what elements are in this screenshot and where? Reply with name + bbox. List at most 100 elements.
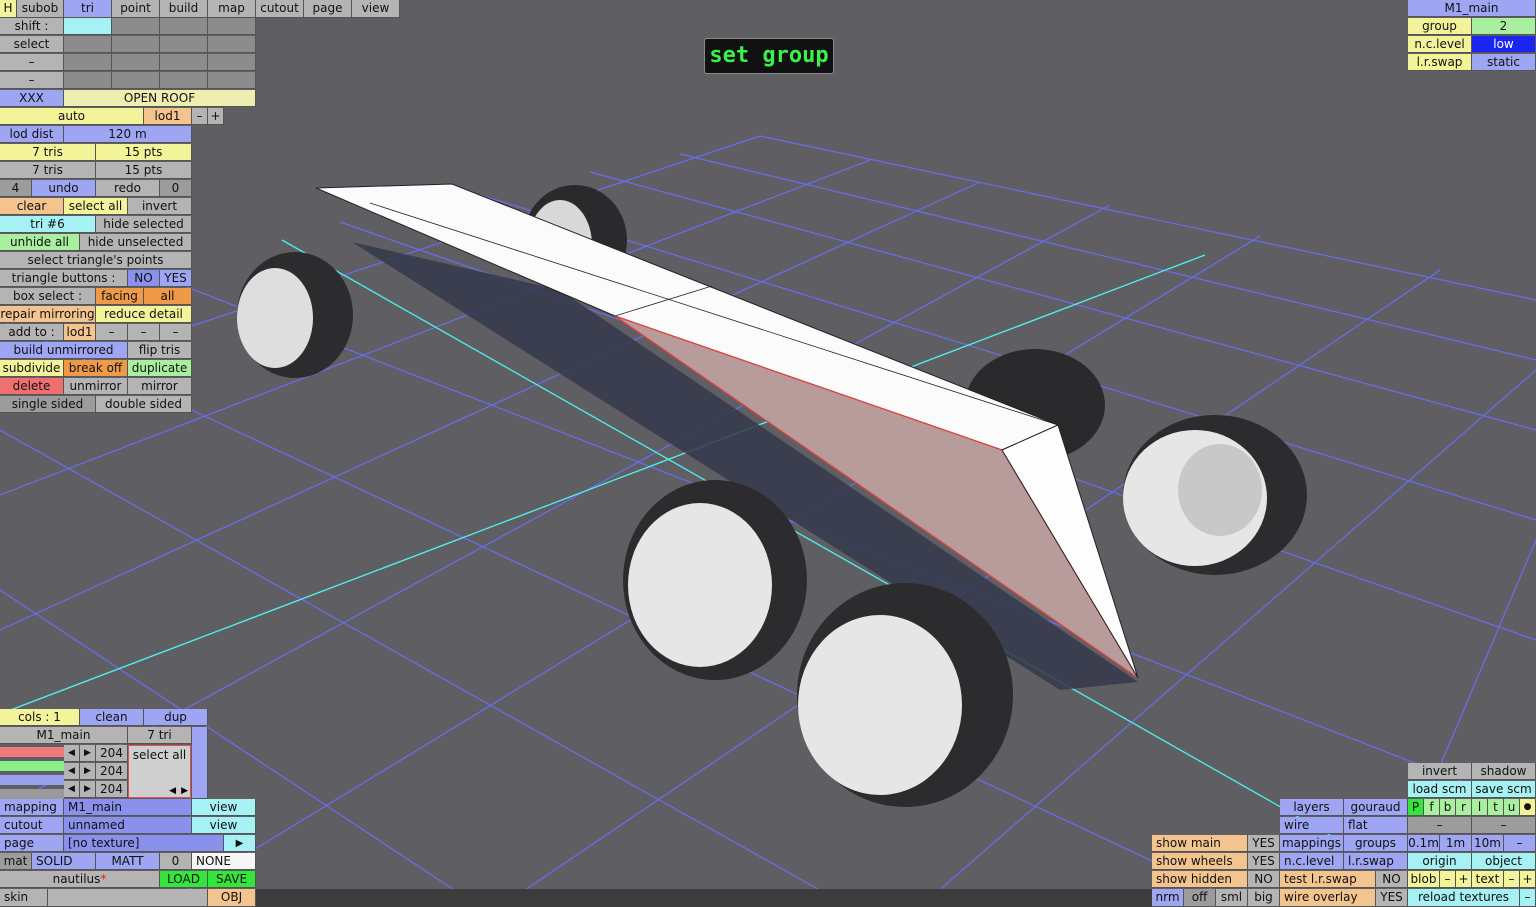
auto-button[interactable]: auto bbox=[0, 108, 144, 125]
add-to-slot-2[interactable]: – bbox=[96, 324, 128, 341]
layers-button[interactable]: layers bbox=[1280, 799, 1344, 816]
red-left-arrow-icon[interactable]: ◀ bbox=[64, 745, 80, 762]
lod-dist-value[interactable]: 120 m bbox=[64, 126, 192, 143]
slot-r3-3[interactable] bbox=[160, 54, 208, 71]
lod-dist-label[interactable]: lod dist bbox=[0, 126, 64, 143]
add-to-slot-3[interactable]: – bbox=[128, 324, 160, 341]
lod1-button[interactable]: lod1 bbox=[144, 108, 192, 125]
test-lr-swap-button[interactable]: test l.r.swap bbox=[1280, 871, 1376, 888]
lod-plus-button[interactable]: + bbox=[208, 108, 224, 125]
gouraud-button[interactable]: gouraud bbox=[1344, 799, 1408, 816]
show-main-label[interactable]: show main bbox=[1152, 835, 1248, 852]
dash-button-1[interactable]: – bbox=[1408, 817, 1472, 834]
select-slot-3[interactable] bbox=[160, 36, 208, 53]
alpha-slider[interactable] bbox=[0, 789, 64, 799]
invert-button[interactable]: invert bbox=[128, 198, 192, 215]
mat-none[interactable]: NONE bbox=[192, 853, 256, 870]
load-scm-button[interactable]: load scm bbox=[1408, 781, 1472, 798]
menu-page[interactable]: page bbox=[304, 0, 352, 18]
text-minus-button[interactable]: – bbox=[1504, 871, 1520, 888]
select-slot-2[interactable] bbox=[112, 36, 160, 53]
undo-button[interactable]: undo bbox=[32, 180, 96, 197]
load-button[interactable]: LOAD bbox=[160, 871, 208, 888]
material-name[interactable]: M1_main bbox=[0, 727, 128, 744]
test-lr-swap-value[interactable]: NO bbox=[1376, 871, 1408, 888]
menu-map[interactable]: map bbox=[208, 0, 256, 18]
dup-button[interactable]: dup bbox=[144, 709, 208, 726]
build-unmirrored-button[interactable]: build unmirrored bbox=[0, 342, 128, 359]
swatch-left-arrow-icon[interactable]: ◀ bbox=[169, 786, 176, 796]
slot-r3-1[interactable] bbox=[64, 54, 112, 71]
green-slider[interactable] bbox=[0, 761, 64, 771]
add-to-slot-4[interactable]: – bbox=[160, 324, 192, 341]
open-roof-button[interactable]: OPEN ROOF bbox=[64, 90, 256, 107]
mapping-view-button[interactable]: view bbox=[192, 799, 256, 816]
box-select-all[interactable]: all bbox=[144, 288, 192, 305]
scale-1m-button[interactable]: 1m bbox=[1440, 835, 1472, 852]
groups-button[interactable]: groups bbox=[1344, 835, 1408, 852]
nrm-button[interactable]: nrm bbox=[1152, 889, 1184, 907]
mirror-button[interactable]: mirror bbox=[128, 378, 192, 395]
menu-point[interactable]: point bbox=[112, 0, 160, 18]
dot-icon[interactable]: ● bbox=[1520, 799, 1536, 816]
big-button[interactable]: big bbox=[1248, 889, 1280, 907]
break-off-button[interactable]: break off bbox=[64, 360, 128, 377]
shift-slot-2[interactable] bbox=[112, 18, 160, 35]
matt-button[interactable]: MATT bbox=[96, 853, 160, 870]
shift-slot-3[interactable] bbox=[160, 18, 208, 35]
material-scrollbar[interactable] bbox=[192, 727, 208, 799]
blob-plus-button[interactable]: + bbox=[1456, 871, 1472, 888]
swatch-right-arrow-icon[interactable]: ▶ bbox=[181, 786, 188, 796]
sml-button[interactable]: sml bbox=[1216, 889, 1248, 907]
reduce-detail-button[interactable]: reduce detail bbox=[96, 306, 192, 323]
menu-subob[interactable]: subob bbox=[17, 0, 64, 18]
single-sided-button[interactable]: single sided bbox=[0, 396, 96, 413]
lr-swap-button[interactable]: l.r.swap bbox=[1344, 853, 1408, 870]
material-swatch[interactable]: select all ◀ ▶ bbox=[128, 745, 191, 798]
invert-view-button[interactable]: invert bbox=[1408, 763, 1472, 780]
solid-button[interactable]: SOLID bbox=[32, 853, 96, 870]
page-play-icon[interactable]: ▶ bbox=[224, 835, 256, 852]
slot-r4-1[interactable] bbox=[64, 72, 112, 89]
select-triangle-points-button[interactable]: select triangle's points bbox=[0, 252, 192, 269]
triangle-buttons-yes[interactable]: YES bbox=[160, 270, 192, 287]
menu-build[interactable]: build bbox=[160, 0, 208, 18]
cutout-view-button[interactable]: view bbox=[192, 817, 256, 834]
delete-button[interactable]: delete bbox=[0, 378, 64, 395]
3d-viewport[interactable] bbox=[0, 0, 1536, 907]
subdivide-button[interactable]: subdivide bbox=[0, 360, 64, 377]
page-value[interactable]: [no texture] bbox=[64, 835, 224, 852]
tri-id-button[interactable]: tri #6 bbox=[0, 216, 96, 233]
shadow-button[interactable]: shadow bbox=[1472, 763, 1536, 780]
slot-r4-2[interactable] bbox=[112, 72, 160, 89]
nc-level-value[interactable]: low bbox=[1472, 36, 1536, 53]
view-b-button[interactable]: b bbox=[1440, 799, 1456, 816]
show-hidden-label[interactable]: show hidden bbox=[1152, 871, 1248, 888]
save-button[interactable]: SAVE bbox=[208, 871, 256, 888]
menu-view[interactable]: view bbox=[352, 0, 400, 18]
slot-r4-3[interactable] bbox=[160, 72, 208, 89]
nc-level-button[interactable]: n.c.level bbox=[1280, 853, 1344, 870]
repair-mirroring-button[interactable]: repair mirroring bbox=[0, 306, 96, 323]
view-f-button[interactable]: f bbox=[1424, 799, 1440, 816]
scale-dash-button[interactable]: – bbox=[1504, 835, 1536, 852]
red-slider[interactable] bbox=[0, 747, 64, 757]
menu-tri[interactable]: tri bbox=[64, 0, 112, 18]
triangle-buttons-no[interactable]: NO bbox=[128, 270, 160, 287]
view-u-button[interactable]: u bbox=[1504, 799, 1520, 816]
skin-name[interactable]: nautilus* bbox=[0, 871, 160, 888]
green-right-arrow-icon[interactable]: ▶ bbox=[80, 763, 96, 780]
hide-selected-button[interactable]: hide selected bbox=[96, 216, 192, 233]
reload-dash-button[interactable]: – bbox=[1520, 889, 1536, 907]
select-slot-4[interactable] bbox=[208, 36, 256, 53]
skin-slot[interactable] bbox=[48, 889, 208, 907]
add-to-lod1[interactable]: lod1 bbox=[64, 324, 96, 341]
duplicate-button[interactable]: duplicate bbox=[128, 360, 192, 377]
object-button[interactable]: object bbox=[1472, 853, 1536, 870]
obj-button[interactable]: OBJ bbox=[208, 889, 256, 907]
cutout-value[interactable]: unnamed bbox=[64, 817, 192, 834]
dash-button-2[interactable]: – bbox=[1472, 817, 1536, 834]
blue-slider[interactable] bbox=[0, 775, 64, 785]
swatch-select-all[interactable]: select all bbox=[129, 748, 190, 762]
text-plus-button[interactable]: + bbox=[1520, 871, 1536, 888]
